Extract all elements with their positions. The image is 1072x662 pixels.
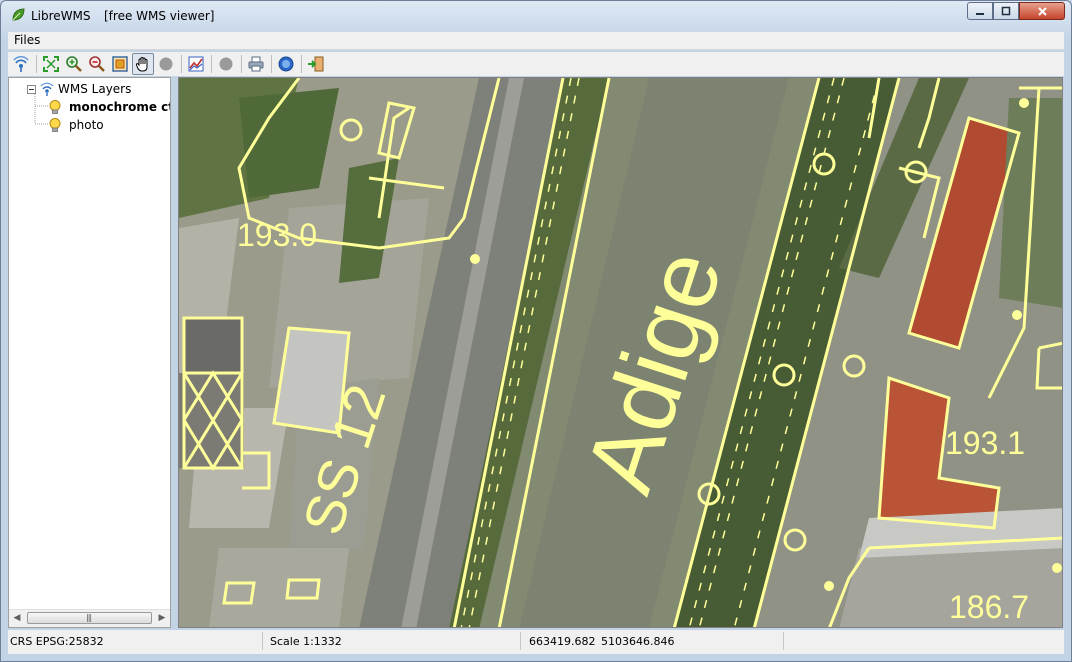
title-bar[interactable]: LibreWMS [free WMS viewer] bbox=[1, 1, 1071, 31]
elevation-label: 193.0 bbox=[237, 217, 317, 253]
minimize-icon bbox=[976, 13, 984, 15]
chart-button[interactable] bbox=[185, 53, 207, 75]
zoom-box-button[interactable] bbox=[109, 53, 131, 75]
elevation-label: 186.7 bbox=[949, 589, 1029, 625]
status-crs: CRS EPSG:25832 bbox=[10, 635, 104, 648]
bulb-icon[interactable] bbox=[47, 117, 63, 133]
scroll-right-icon[interactable]: ▶ bbox=[157, 613, 167, 624]
bulb-icon[interactable] bbox=[47, 99, 63, 115]
zoom-out-icon bbox=[89, 56, 105, 72]
toolbar-separator bbox=[36, 55, 37, 73]
elevation-label: 193.1 bbox=[945, 425, 1025, 461]
toolbar-separator bbox=[241, 55, 242, 73]
zoom-out-button[interactable] bbox=[86, 53, 108, 75]
layer-item-monochrome[interactable]: monochrome ct bbox=[47, 98, 171, 116]
close-icon bbox=[1037, 6, 1047, 16]
toolbar bbox=[8, 52, 1064, 76]
close-button[interactable] bbox=[1019, 2, 1065, 20]
status-coord-y: 5103646.846 bbox=[601, 635, 675, 648]
tree-horizontal-scrollbar[interactable]: ◀ ||| ▶ bbox=[9, 609, 170, 627]
window-subtitle: [free WMS viewer] bbox=[104, 9, 215, 23]
toolbar-separator bbox=[271, 55, 272, 73]
collapse-icon[interactable] bbox=[27, 84, 36, 94]
help-button[interactable] bbox=[275, 53, 297, 75]
print-button[interactable] bbox=[245, 53, 267, 75]
status-bar: CRS EPSG:25832 Scale 1:1332 663419.682 5… bbox=[8, 630, 1064, 654]
app-title: LibreWMS bbox=[31, 9, 91, 23]
scroll-left-icon[interactable]: ◀ bbox=[12, 613, 22, 624]
help-icon bbox=[278, 56, 294, 72]
zoom-in-icon bbox=[66, 56, 82, 72]
status-scale: Scale 1:1332 bbox=[270, 635, 342, 648]
status-coord-x: 663419.682 bbox=[529, 635, 596, 648]
layer-tree-panel: WMS Layers monochrome ct photo ◀ ||| ▶ bbox=[8, 77, 171, 628]
toolbar-separator bbox=[301, 55, 302, 73]
disabled-circle-icon bbox=[159, 57, 173, 71]
scrollbar-thumb[interactable]: ||| bbox=[27, 612, 152, 624]
app-window: LibreWMS [free WMS viewer] Files WMS Lay… bbox=[0, 0, 1072, 662]
map-image[interactable]: Adige SS 12 193.0 193.1 186.7 bbox=[179, 78, 1063, 628]
window-controls bbox=[967, 2, 1065, 20]
maximize-icon bbox=[1001, 6, 1011, 16]
zoom-in-button[interactable] bbox=[63, 53, 85, 75]
menu-bar: Files bbox=[8, 32, 1064, 50]
tree-row-root[interactable]: WMS Layers bbox=[27, 80, 131, 98]
chart-icon bbox=[188, 56, 204, 72]
connect-button[interactable] bbox=[10, 53, 32, 75]
status-divider bbox=[262, 632, 263, 650]
layer-label: photo bbox=[69, 118, 104, 132]
minimize-button[interactable] bbox=[967, 2, 993, 20]
map-canvas[interactable]: Adige SS 12 193.0 193.1 186.7 bbox=[178, 77, 1063, 628]
wms-signal-icon bbox=[40, 82, 54, 96]
status-divider bbox=[783, 632, 784, 650]
zoom-box-icon bbox=[112, 56, 128, 72]
disabled-circle-icon bbox=[219, 57, 233, 71]
exit-button[interactable] bbox=[305, 53, 327, 75]
toolbar-separator bbox=[181, 55, 182, 73]
status-divider bbox=[520, 632, 521, 650]
pan-button[interactable] bbox=[132, 53, 154, 75]
leaf-app-icon bbox=[12, 8, 25, 21]
layer-label: monochrome ct bbox=[69, 100, 171, 114]
menu-files[interactable]: Files bbox=[14, 33, 40, 47]
toolbar-separator bbox=[211, 55, 212, 73]
zoom-extent-icon bbox=[43, 56, 59, 72]
tree-root-label: WMS Layers bbox=[58, 82, 132, 96]
disabled-tool-button[interactable] bbox=[155, 53, 177, 75]
disabled-tool-button[interactable] bbox=[215, 53, 237, 75]
pan-hand-icon bbox=[135, 56, 148, 72]
exit-icon bbox=[308, 56, 324, 72]
zoom-extent-button[interactable] bbox=[40, 53, 62, 75]
connect-icon bbox=[13, 56, 29, 72]
maximize-button[interactable] bbox=[993, 2, 1019, 20]
layer-item-photo[interactable]: photo bbox=[47, 116, 104, 134]
print-icon bbox=[248, 56, 264, 72]
